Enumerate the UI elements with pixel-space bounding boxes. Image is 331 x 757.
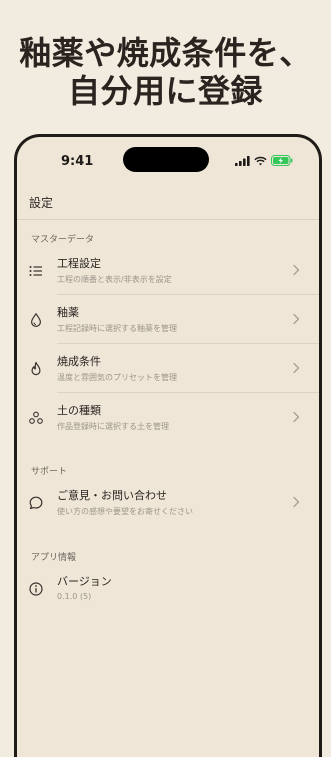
chevron-right-icon: [293, 411, 300, 423]
headline-line-2: 自分用に登録: [67, 72, 263, 110]
chevron-right-icon: [293, 496, 300, 508]
phone-frame: 9:41 設定 マスターデータ 工程設定 工程の順番と表示/非表示を設定 釉薬 …: [14, 134, 322, 757]
row-subtitle: 工程記録時に選択する釉薬を管理: [57, 324, 177, 333]
row-subtitle: 工程の順番と表示/非表示を設定: [57, 275, 172, 284]
row-subtitle: 使い方の感想や要望をお寄せください: [57, 507, 193, 516]
settings-row-process[interactable]: 工程設定 工程の順番と表示/非表示を設定: [17, 248, 319, 296]
status-icons: [235, 155, 293, 166]
clay-icon: [29, 411, 43, 424]
wifi-icon: [254, 156, 267, 165]
row-title: 工程設定: [57, 257, 101, 270]
settings-row-glaze[interactable]: 釉薬 工程記録時に選択する釉薬を管理: [17, 297, 319, 345]
row-subtitle: 温度と雰囲気のプリセットを管理: [57, 373, 177, 382]
headline-line-1: 釉薬や焼成条件を、: [19, 34, 312, 72]
nav-divider: [17, 219, 319, 220]
chevron-right-icon: [293, 362, 300, 374]
row-title: ご意見・お問い合わせ: [57, 489, 167, 502]
row-title: 釉薬: [57, 306, 79, 319]
settings-row-version: バージョン 0.1.0 (5): [17, 566, 319, 614]
battery-charging-icon: [271, 155, 293, 166]
promo-headline: 釉薬や焼成条件を、 自分用に登録: [0, 34, 331, 110]
chat-bubble-icon: [29, 496, 43, 510]
row-divider: [57, 343, 319, 344]
row-title: 土の種類: [57, 404, 101, 417]
info-icon: [29, 582, 43, 596]
row-title: 焼成条件: [57, 355, 101, 368]
flame-icon: [31, 361, 41, 376]
list-icon: [29, 266, 42, 276]
section-header-support: サポート: [31, 467, 68, 477]
status-bar: 9:41: [17, 137, 319, 183]
status-time: 9:41: [61, 154, 94, 169]
chevron-right-icon: [293, 313, 300, 325]
droplet-icon: [30, 312, 42, 327]
row-divider: [57, 294, 319, 295]
nav-title: 設定: [29, 196, 54, 210]
row-subtitle: 作品登録時に選択する土を管理: [57, 422, 169, 431]
dynamic-island: [123, 147, 209, 172]
version-number: 0.1.0 (5): [57, 592, 92, 601]
row-divider: [57, 392, 319, 393]
signal-icon: [235, 155, 250, 166]
settings-row-firing[interactable]: 焼成条件 温度と雰囲気のプリセットを管理: [17, 346, 319, 394]
section-header-master-data: マスターデータ: [31, 235, 95, 245]
section-header-app-info: アプリ情報: [31, 553, 77, 563]
settings-row-feedback[interactable]: ご意見・お問い合わせ 使い方の感想や要望をお寄せください: [17, 480, 319, 528]
row-title: バージョン: [57, 575, 112, 588]
settings-row-clay[interactable]: 土の種類 作品登録時に選択する土を管理: [17, 395, 319, 443]
chevron-right-icon: [293, 264, 300, 276]
